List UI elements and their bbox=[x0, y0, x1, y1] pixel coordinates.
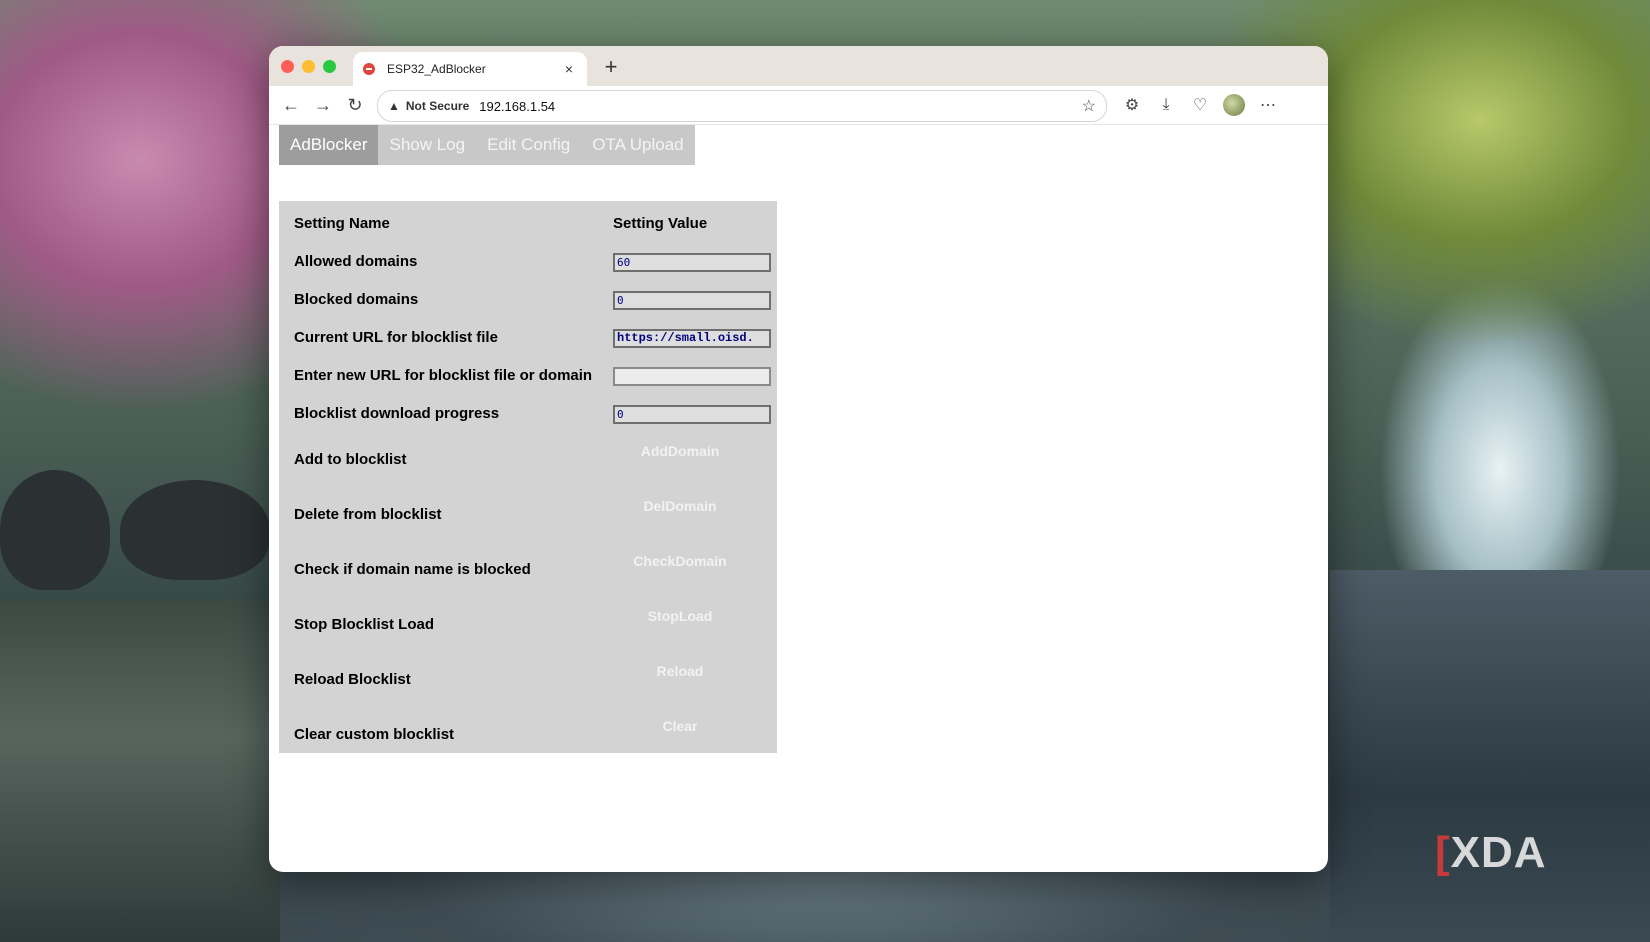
download-progress-field[interactable]: 0 bbox=[613, 405, 771, 424]
action-label: Delete from blocklist bbox=[294, 506, 442, 523]
forward-arrow-icon[interactable]: → bbox=[307, 95, 339, 116]
tab-edit-config[interactable]: Edit Config bbox=[476, 125, 581, 165]
action-label: Add to blocklist bbox=[294, 451, 407, 468]
maximize-window-button[interactable] bbox=[323, 60, 336, 73]
browser-tab[interactable]: ESP32_AdBlocker × bbox=[353, 52, 587, 86]
browser-window: ESP32_AdBlocker × + ← → ↻ ▲ Not Secure 1… bbox=[269, 46, 1328, 872]
tab-favicon-icon bbox=[363, 63, 375, 75]
browser-toolbar: ← → ↻ ▲ Not Secure 192.168.1.54 ☆ ⚙ ⤓ ♡ … bbox=[269, 86, 1328, 125]
header-setting-value: Setting Value bbox=[613, 215, 708, 232]
security-label[interactable]: Not Secure bbox=[406, 99, 469, 113]
action-label: Check if domain name is blocked bbox=[294, 561, 531, 578]
minimize-window-button[interactable] bbox=[302, 60, 315, 73]
xda-bracket-icon: [ bbox=[1435, 828, 1451, 877]
setting-label: Blocked domains bbox=[294, 291, 419, 308]
stop-load-button[interactable]: StopLoad bbox=[613, 608, 747, 624]
new-url-input[interactable] bbox=[613, 367, 771, 386]
setting-label: Current URL for blocklist file bbox=[294, 329, 498, 346]
tab-title: ESP32_AdBlocker bbox=[387, 62, 486, 76]
del-domain-button[interactable]: DelDomain bbox=[613, 498, 747, 514]
extensions-icon[interactable]: ⚙ bbox=[1115, 95, 1149, 115]
profile-avatar[interactable] bbox=[1223, 94, 1245, 116]
back-arrow-icon[interactable]: ← bbox=[275, 95, 307, 116]
clear-button[interactable]: Clear bbox=[613, 718, 747, 734]
toolbar-icons: ⚙ ⤓ ♡ ⋯ bbox=[1115, 86, 1285, 124]
heart-health-icon[interactable]: ♡ bbox=[1183, 95, 1217, 115]
action-label: Clear custom blocklist bbox=[294, 726, 455, 743]
xda-watermark: [XDA bbox=[1435, 828, 1547, 878]
reload-icon[interactable]: ↻ bbox=[339, 95, 371, 116]
check-domain-button[interactable]: CheckDomain bbox=[613, 553, 747, 569]
settings-table: Setting Name Setting Value Allowed domai… bbox=[279, 201, 777, 753]
page-content: AdBlocker Show Log Edit Config OTA Uploa… bbox=[269, 125, 1328, 872]
xda-watermark-text: XDA bbox=[1450, 828, 1547, 877]
tab-ota-upload[interactable]: OTA Upload bbox=[581, 125, 694, 165]
title-bar: ESP32_AdBlocker × + bbox=[269, 46, 1328, 86]
action-label: Reload Blocklist bbox=[294, 671, 411, 688]
background-water-right bbox=[1330, 570, 1650, 942]
more-menu-icon[interactable]: ⋯ bbox=[1251, 95, 1285, 115]
download-icon[interactable]: ⤓ bbox=[1149, 96, 1183, 114]
warning-icon: ▲ bbox=[388, 99, 400, 113]
background-water-left bbox=[0, 600, 280, 942]
bookmark-star-icon[interactable]: ☆ bbox=[1082, 96, 1096, 116]
url-text[interactable]: 192.168.1.54 bbox=[479, 99, 555, 114]
tab-close-icon[interactable]: × bbox=[559, 61, 579, 77]
address-bar[interactable]: ▲ Not Secure 192.168.1.54 ☆ bbox=[377, 90, 1107, 122]
blocked-domains-field[interactable]: 0 bbox=[613, 291, 771, 310]
reload-button[interactable]: Reload bbox=[613, 663, 747, 679]
app-nav-tabs: AdBlocker Show Log Edit Config OTA Uploa… bbox=[279, 125, 695, 165]
background-rock bbox=[0, 470, 110, 590]
header-setting-name: Setting Name bbox=[294, 215, 390, 232]
close-window-button[interactable] bbox=[281, 60, 294, 73]
allowed-domains-field[interactable]: 60 bbox=[613, 253, 771, 272]
setting-label: Allowed domains bbox=[294, 253, 418, 270]
add-domain-button[interactable]: AddDomain bbox=[613, 443, 747, 459]
current-url-field[interactable]: https://small.oisd. bbox=[613, 329, 771, 348]
tab-adblocker[interactable]: AdBlocker bbox=[279, 125, 379, 165]
setting-label: Blocklist download progress bbox=[294, 405, 500, 422]
tab-show-log[interactable]: Show Log bbox=[378, 125, 476, 165]
new-tab-button[interactable]: + bbox=[599, 54, 623, 80]
setting-label: Enter new URL for blocklist file or doma… bbox=[294, 367, 593, 384]
action-label: Stop Blocklist Load bbox=[294, 616, 435, 633]
background-rock bbox=[120, 480, 270, 580]
